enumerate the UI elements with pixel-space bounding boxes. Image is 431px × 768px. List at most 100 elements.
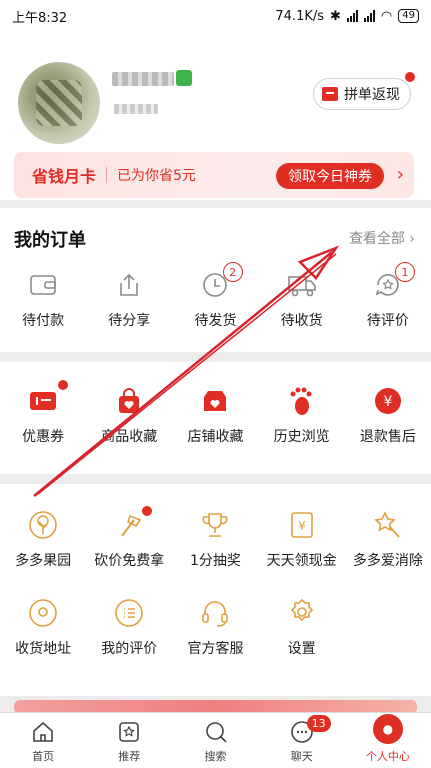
chevron-right-icon: › <box>396 164 404 185</box>
svg-text:¥: ¥ <box>383 394 392 410</box>
order-label: 待付款 <box>22 313 65 329</box>
refund-aftersale-entry[interactable]: ¥ 退款售后 <box>345 386 431 446</box>
savings-card[interactable]: 省钱月卡 已为你省5元 领取今日神券 › <box>14 152 414 198</box>
headset-icon <box>200 598 230 628</box>
favorite-label: 退款售后 <box>359 429 416 445</box>
search-icon <box>205 722 227 743</box>
status-bar: 上午8:32 74.1K/s ✱ ◠ 49 <box>0 0 431 32</box>
orders-title: 我的订单 <box>14 230 86 251</box>
favorite-label: 优惠券 <box>22 429 65 445</box>
tab-label: 聊天 <box>290 750 313 763</box>
tool-label: 官方客服 <box>187 641 244 657</box>
coupon-icon <box>28 386 58 416</box>
tab-chat[interactable]: 13 聊天 <box>259 713 345 768</box>
order-pending-receipt[interactable]: 待收货 <box>259 270 345 330</box>
status-indicators: 74.1K/s ✱ ◠ 49 <box>275 9 419 24</box>
bottom-tabbar: 首页 推荐 搜索 13 聊天 ● 个人中心 <box>0 712 431 768</box>
gift-icon <box>322 87 338 101</box>
axe-icon <box>114 510 144 540</box>
battery-icon: 49 <box>398 9 419 23</box>
gear-icon <box>287 598 317 628</box>
location-icon <box>28 598 58 628</box>
tab-label: 搜索 <box>204 750 227 763</box>
tab-recommend[interactable]: 推荐 <box>86 713 172 768</box>
my-reviews-entry[interactable]: 我的评价 <box>86 598 172 658</box>
svg-text:¥: ¥ <box>298 519 306 533</box>
claim-coupon-button[interactable]: 领取今日神券 <box>276 163 384 189</box>
share-icon <box>114 270 144 300</box>
tree-icon <box>28 510 58 540</box>
order-label: 待分享 <box>108 313 151 329</box>
order-label: 待发货 <box>194 313 237 329</box>
order-label: 待评价 <box>366 313 409 329</box>
address-entry[interactable]: 收货地址 <box>0 598 86 658</box>
shop-heart-icon <box>200 386 230 416</box>
home-icon <box>33 721 53 742</box>
bargain-notification-dot <box>142 506 153 516</box>
coupons-entry[interactable]: 优惠券 <box>0 380 86 446</box>
user-subtitle-blurred <box>114 104 158 114</box>
browse-history-entry[interactable]: 历史浏览 <box>259 386 345 446</box>
signal-icon-2 <box>363 10 375 22</box>
footprint-icon <box>287 386 317 416</box>
settings-entry[interactable]: 设置 <box>259 598 345 658</box>
status-time: 上午8:32 <box>12 10 68 26</box>
savings-card-subtitle: 已为你省5元 <box>117 168 196 184</box>
daily-cash-entry[interactable]: ¥ 天天领现金 <box>259 510 345 570</box>
truck-icon <box>287 270 317 300</box>
review-count-badge: 1 <box>394 262 415 282</box>
yen-refund-icon: ¥ <box>373 386 403 416</box>
orchard-entry[interactable]: 多多果园 <box>0 510 86 570</box>
nickname-blurred <box>112 72 174 86</box>
order-pending-share[interactable]: 待分享 <box>86 270 172 330</box>
tab-label: 推荐 <box>118 750 141 763</box>
tool-label: 设置 <box>287 641 316 657</box>
bag-heart-icon <box>114 386 144 416</box>
view-all-orders-link[interactable]: 查看全部 › <box>349 228 415 248</box>
tool-label: 1分抽奖 <box>190 553 241 569</box>
favorite-label: 历史浏览 <box>273 429 330 445</box>
tool-label: 多多爱消除 <box>352 553 423 569</box>
chevron-right-icon: › <box>409 231 415 247</box>
lottery-entry[interactable]: 1分抽奖 <box>172 510 258 570</box>
orders-section: 我的订单 查看全部 › 待付款 待分享 2 待发货 待收货 1 待评价 <box>0 208 431 352</box>
tab-personal-center[interactable]: ● 个人中心 <box>345 713 431 768</box>
trophy-icon <box>200 510 230 540</box>
order-label: 待收货 <box>280 313 323 329</box>
order-pending-review[interactable]: 1 待评价 <box>345 262 431 330</box>
tool-label: 天天领现金 <box>266 553 337 569</box>
bargain-entry[interactable]: 砍价免费拿 <box>86 506 172 570</box>
wifi-icon: ◠ <box>380 8 393 24</box>
recommend-icon <box>119 722 140 742</box>
tab-label: 个人中心 <box>365 750 410 763</box>
tool-label: 收货地址 <box>15 641 72 657</box>
tools-section: 多多果园 砍价免费拿 1分抽奖 ¥ 天天领现金 多多爱消除 收货地址 我的评价 <box>0 484 431 696</box>
chat-unread-badge: 13 <box>306 715 331 732</box>
comment-list-icon <box>114 598 144 628</box>
tool-label: 多多果园 <box>15 553 72 569</box>
order-pending-shipment[interactable]: 2 待发货 <box>172 262 258 330</box>
favorite-label: 店铺收藏 <box>187 429 244 445</box>
pin-cashback-button[interactable]: 拼单返现 <box>313 78 411 110</box>
star-wand-icon <box>373 510 403 540</box>
wallet-icon <box>28 270 58 300</box>
pin-notification-dot <box>405 72 415 82</box>
tab-search[interactable]: 搜索 <box>172 713 258 768</box>
favorite-label: 商品收藏 <box>101 429 158 445</box>
match-game-entry[interactable]: 多多爱消除 <box>345 510 431 570</box>
verified-tag-icon <box>176 70 192 86</box>
shop-favorites-entry[interactable]: 店铺收藏 <box>172 386 258 446</box>
avatar[interactable] <box>18 62 100 144</box>
order-pending-payment[interactable]: 待付款 <box>0 270 86 330</box>
network-speed: 74.1K/s <box>275 8 325 24</box>
customer-service-entry[interactable]: 官方客服 <box>172 598 258 658</box>
product-favorites-entry[interactable]: 商品收藏 <box>86 386 172 446</box>
pin-cashback-label: 拼单返现 <box>344 87 400 103</box>
tab-home[interactable]: 首页 <box>0 713 86 768</box>
tool-label: 我的评价 <box>101 641 158 657</box>
order-count-badge: 2 <box>222 262 243 282</box>
divider <box>106 167 108 183</box>
savings-card-title: 省钱月卡 <box>32 167 97 186</box>
bluetooth-icon: ✱ <box>330 8 341 24</box>
tool-label: 砍价免费拿 <box>94 553 165 569</box>
